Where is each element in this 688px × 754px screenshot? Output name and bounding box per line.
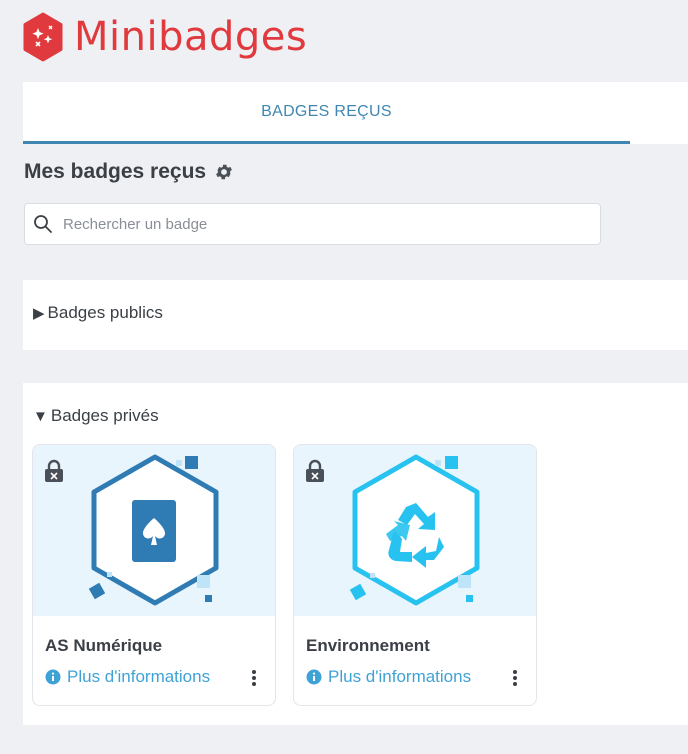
public-badges-section: ▶ Badges publics	[23, 280, 688, 350]
public-badges-label: Badges publics	[47, 303, 163, 322]
app-name: Minibadges	[74, 14, 308, 60]
badge-name: Environnement	[306, 636, 430, 655]
private-badges-section: ▼ Badges privés AS Numérique Plus d'info…	[23, 383, 688, 725]
info-icon	[45, 669, 61, 685]
more-info-link[interactable]: Plus d'informations	[306, 667, 471, 687]
more-info-link[interactable]: Plus d'informations	[45, 667, 210, 687]
kebab-menu-icon[interactable]	[512, 669, 518, 687]
badge-card[interactable]: AS Numérique Plus d'informations	[32, 444, 276, 706]
tab-bar: BADGES REÇUS	[23, 82, 688, 144]
gear-icon[interactable]	[214, 162, 234, 182]
triangle-down-icon: ▼	[33, 407, 48, 425]
triangle-right-icon: ▶	[33, 305, 45, 322]
private-badges-label: Badges privés	[50, 406, 159, 425]
logo-hexagon-icon	[23, 12, 63, 62]
lock-icon	[306, 459, 324, 482]
kebab-menu-icon[interactable]	[251, 669, 257, 687]
app-logo[interactable]: Minibadges	[22, 12, 307, 62]
search-icon	[34, 215, 52, 233]
tab-badges-recus[interactable]: BADGES REÇUS	[23, 82, 630, 144]
lock-icon	[45, 459, 63, 482]
private-badges-toggle[interactable]: ▼ Badges privés	[33, 406, 159, 426]
search-box	[24, 203, 601, 245]
recycle-icon	[349, 454, 480, 606]
page-title: Mes badges reçus	[24, 160, 207, 183]
badge-image	[33, 445, 275, 616]
search-input[interactable]	[61, 214, 565, 234]
badge-name: AS Numérique	[45, 636, 163, 655]
more-info-label: Plus d'informations	[328, 667, 472, 686]
spade-card-icon	[88, 454, 219, 606]
more-info-label: Plus d'informations	[67, 667, 211, 686]
info-icon	[306, 669, 322, 685]
badge-card[interactable]: Environnement Plus d'informations	[293, 444, 537, 706]
page-title-row: Mes badges reçus	[24, 160, 234, 184]
public-badges-toggle[interactable]: ▶ Badges publics	[33, 303, 163, 323]
badge-image	[294, 445, 536, 616]
